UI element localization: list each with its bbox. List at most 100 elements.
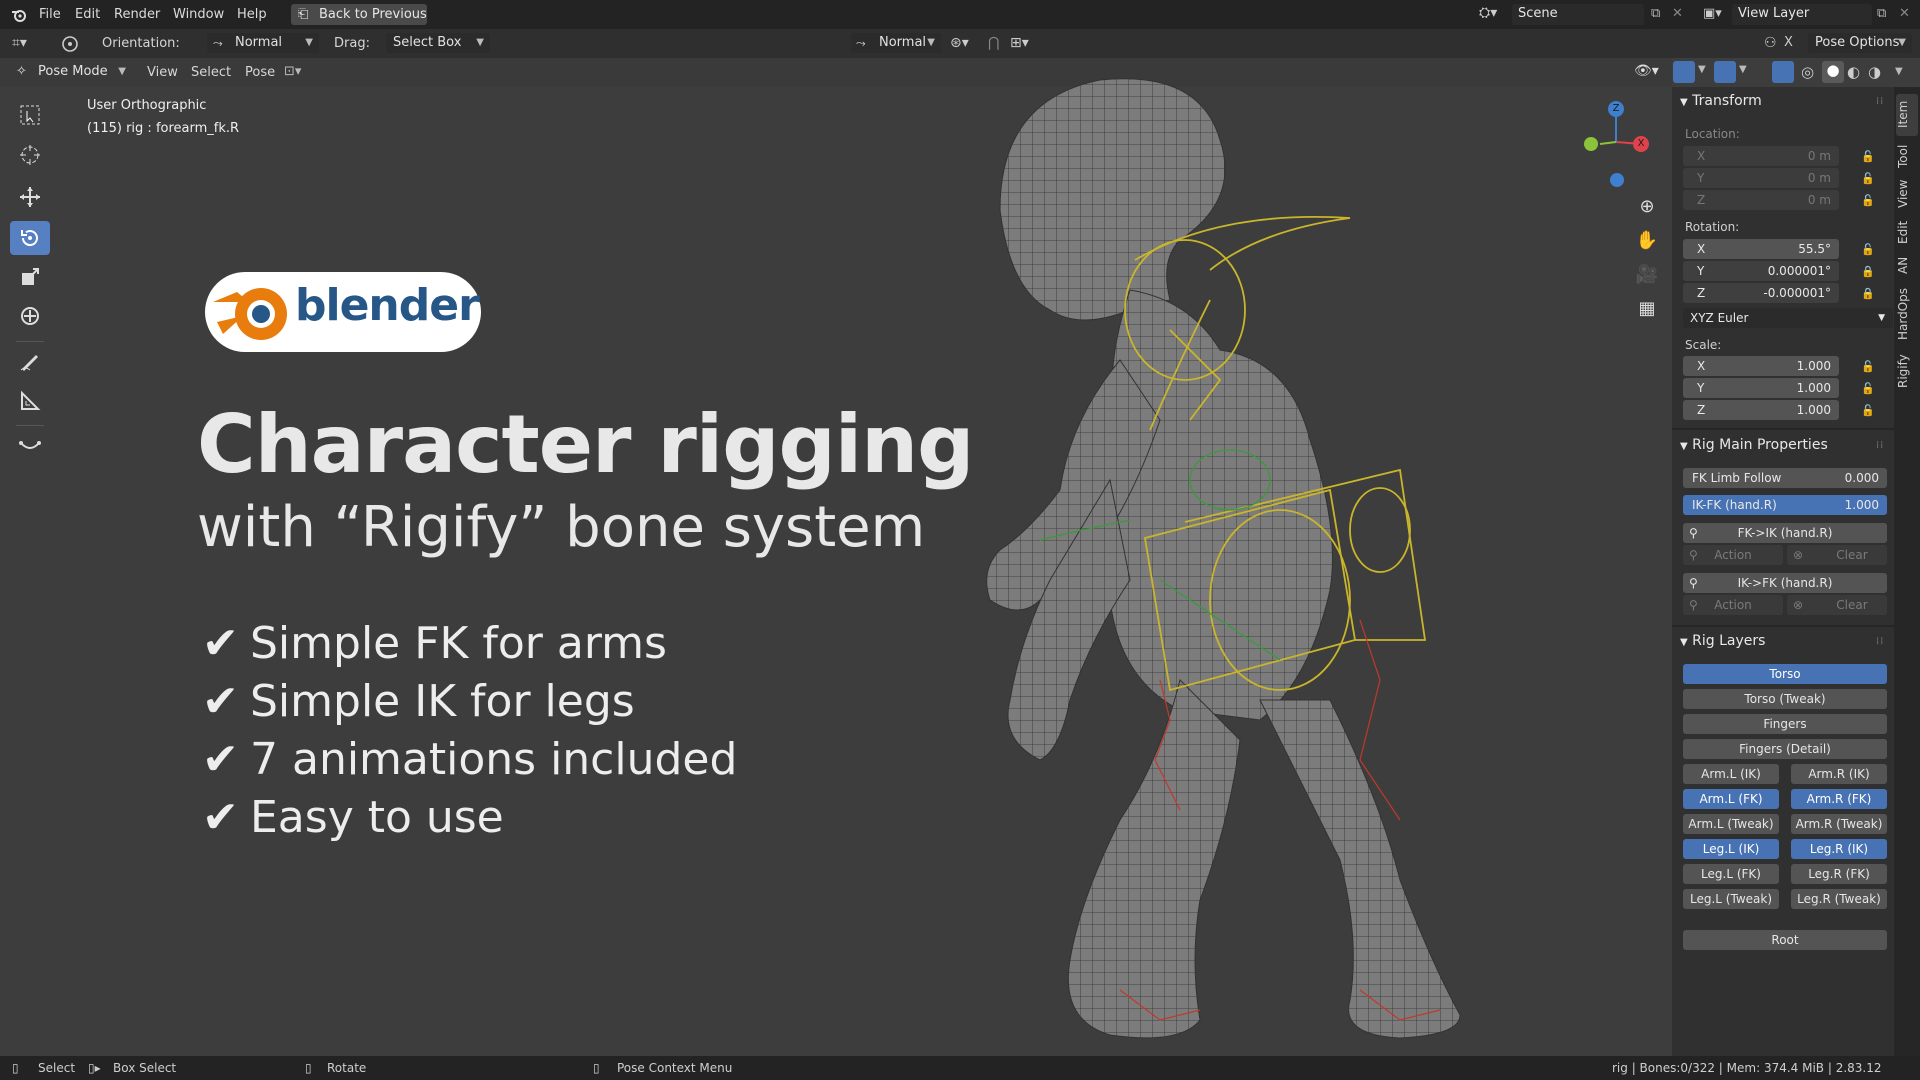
overlays-toggle-icon[interactable] [1714,61,1736,83]
rig-layer-button[interactable]: Arm.R (FK) [1791,789,1887,809]
gizmo-y-axis[interactable] [1584,137,1598,151]
rotate-tool[interactable] [10,221,50,255]
rig-layer-button[interactable]: Torso [1683,664,1887,684]
ik-to-fk-clear-button[interactable]: ⊗ Clear [1787,595,1887,615]
lock-icon[interactable]: 🔒 [1861,287,1875,300]
scale-tool[interactable] [10,260,50,294]
shading-dropdown-icon[interactable]: ▼ [1895,66,1903,77]
rig-layer-button[interactable]: Leg.R (FK) [1791,864,1887,884]
tab-item[interactable]: Item [1896,101,1910,128]
blender-menu-icon[interactable] [10,6,28,24]
bone-envelope-tool[interactable] [10,428,50,462]
rig-layers-panel-header[interactable]: ▼ Rig Layers [1680,633,1765,649]
xray-toggle-icon[interactable] [1772,61,1794,83]
transform-panel-header[interactable]: ▼ Transform [1680,93,1762,109]
mode-dropdown[interactable]: ✧ Pose Mode ▼ [14,62,132,82]
annotate-tool[interactable] [10,344,50,378]
unlock-icon[interactable]: 🔓 [1861,404,1875,417]
pose-snap-icon[interactable]: ⊡▾ [284,64,301,79]
rig-layer-button[interactable]: Leg.L (Tweak) [1683,889,1779,909]
rig-layer-button[interactable]: Arm.R (Tweak) [1791,814,1887,834]
fk-to-ik-button[interactable]: ⚲ FK->IK (hand.R) [1683,523,1887,543]
new-scene-icon[interactable]: ⧉ [1651,6,1660,21]
new-view-layer-icon[interactable]: ⧉ [1877,6,1886,21]
back-to-previous-button[interactable]: ⎗ Back to Previous [291,4,427,25]
panel-grip-icon[interactable]: ⁞⁞ [1876,440,1884,451]
rotation-mode-dropdown[interactable]: XYZ Euler ▼ [1683,308,1893,328]
pan-hand-icon[interactable]: ✋ [1631,224,1663,256]
menu-help[interactable]: Help [237,0,267,29]
pose-x-mirror-icon[interactable]: ⚇ [1764,35,1777,51]
rig-layer-button[interactable]: Leg.L (FK) [1683,864,1779,884]
rig-layer-root-button[interactable]: Root [1683,930,1887,950]
rig-layer-button[interactable]: Arm.L (IK) [1683,764,1779,784]
select-box-tool[interactable] [10,98,50,132]
solid-shading-icon[interactable]: ● [1822,61,1844,83]
pose-options-dropdown[interactable]: Pose Options ▼ [1808,33,1912,53]
wireframe-shading-icon[interactable]: ◎ [1801,63,1814,81]
scale-y-field[interactable]: Y 1.000 [1683,378,1839,398]
ik-to-fk-button[interactable]: ⚲ IK->FK (hand.R) [1683,573,1887,593]
tab-hardops[interactable]: HardOps [1896,288,1910,340]
rotation-y-field[interactable]: Y 0.000001° [1683,261,1839,281]
panel-grip-icon[interactable]: ⁞⁞ [1876,636,1884,647]
orientation-dropdown[interactable]: ⤳ Normal ▼ [207,33,319,53]
fk-to-ik-clear-button[interactable]: ⊗ Clear [1787,545,1887,565]
visibility-icon[interactable]: 👁▾ [1634,63,1659,79]
unlock-icon[interactable]: 🔓 [1861,194,1875,207]
rig-layer-button[interactable]: Arm.L (Tweak) [1683,814,1779,834]
tab-view[interactable]: View [1896,180,1910,208]
editor-type-icon[interactable]: ⌗▾ [12,35,27,51]
active-tool-icon[interactable] [58,33,82,55]
unlock-icon[interactable]: 🔓 [1861,360,1875,373]
fk-limb-follow-slider[interactable]: FK Limb Follow 0.000 [1683,468,1887,488]
tab-rigify[interactable]: Rigify [1896,354,1910,388]
grid-toggle-icon[interactable]: ▦ [1631,292,1663,324]
ik-to-fk-action-button[interactable]: ⚲ Action [1683,595,1783,615]
rotation-z-field[interactable]: Z -0.000001° [1683,283,1839,303]
rendered-shading-icon[interactable]: ◑ [1868,63,1881,81]
snap-icon[interactable]: ⋂ [988,35,999,51]
view-layer-field[interactable]: View Layer [1732,4,1872,25]
scale-z-field[interactable]: Z 1.000 [1683,400,1839,420]
rig-layer-button[interactable]: Arm.L (FK) [1683,789,1779,809]
move-tool[interactable] [10,180,50,214]
rig-layer-button[interactable]: Leg.L (IK) [1683,839,1779,859]
rig-layer-button[interactable]: Torso (Tweak) [1683,689,1887,709]
menu-window[interactable]: Window [173,0,224,29]
material-shading-icon[interactable]: ◐ [1847,63,1860,81]
overlays-dropdown-icon[interactable]: ▼ [1739,64,1747,75]
menu-edit[interactable]: Edit [75,0,100,29]
scale-x-field[interactable]: X 1.000 [1683,356,1839,376]
menu-file[interactable]: File [39,0,61,29]
rig-main-panel-header[interactable]: ▼ Rig Main Properties [1680,437,1828,453]
drag-dropdown[interactable]: Select Box ▼ [386,33,490,53]
rig-layer-button[interactable]: Leg.R (IK) [1791,839,1887,859]
tab-edit[interactable]: Edit [1896,221,1910,244]
remove-scene-icon[interactable]: ✕ [1672,6,1683,21]
rotation-x-field[interactable]: X 55.5° [1683,239,1839,259]
snap-target-icon[interactable]: ⊞▾ [1010,35,1029,51]
rig-layer-button[interactable]: Arm.R (IK) [1791,764,1887,784]
cursor-tool[interactable] [10,138,50,172]
unlock-icon[interactable]: 🔓 [1861,172,1875,185]
location-y-field[interactable]: Y0 m [1683,168,1839,188]
lock-icon[interactable]: 🔒 [1861,265,1875,278]
location-x-field[interactable]: X0 m [1683,146,1839,166]
camera-icon[interactable]: 🎥 [1631,258,1663,290]
view-layer-icon[interactable]: ▣▾ [1703,6,1722,21]
tab-an[interactable]: AN [1896,257,1910,274]
pivot-point-icon[interactable]: ⊛▾ [950,35,969,51]
ik-fk-slider[interactable]: IK-FK (hand.R) 1.000 [1683,495,1887,515]
menu-pose[interactable]: Pose [245,58,275,87]
mirror-x-toggle[interactable]: X [1784,35,1793,50]
gizmo-x-axis[interactable]: X [1633,136,1649,152]
transform-tool[interactable] [10,299,50,333]
menu-view[interactable]: View [147,58,178,87]
menu-render[interactable]: Render [114,0,160,29]
gizmo-toggle-icon[interactable] [1673,61,1695,83]
unlock-icon[interactable]: 🔓 [1861,382,1875,395]
fk-to-ik-action-button[interactable]: ⚲ Action [1683,545,1783,565]
zoom-icon[interactable]: ⊕ [1631,190,1663,222]
menu-select[interactable]: Select [191,58,231,87]
